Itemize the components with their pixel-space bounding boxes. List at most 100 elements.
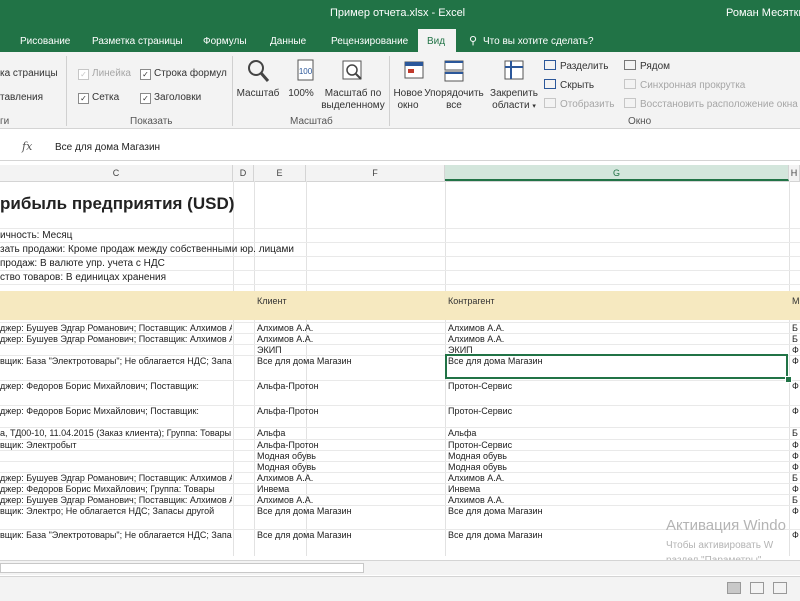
cell-manager[interactable]: Б <box>792 323 800 333</box>
cell-description[interactable]: вщик: База "Электротовары"; Не облагаетс… <box>0 356 232 366</box>
view-side-by-side-button[interactable]: Рядом <box>624 60 670 72</box>
headings-checkbox[interactable]: ✓ Заголовки <box>140 92 201 104</box>
horizontal-scroll-thumb[interactable] <box>0 563 364 573</box>
cell-contractor[interactable]: Алхимов А.А. <box>448 334 786 344</box>
cell-manager[interactable]: Б <box>792 334 800 344</box>
new-window-button[interactable] <box>392 58 436 88</box>
cell-manager[interactable]: Ф <box>792 440 800 450</box>
split-button[interactable]: Разделить <box>544 60 608 72</box>
cell-description[interactable]: джер: Федоров Борис Михайлович; Группа: … <box>0 484 232 494</box>
tab-view[interactable]: Вид <box>427 36 445 47</box>
normal-view-button[interactable] <box>727 582 741 594</box>
cell-manager[interactable]: Ф <box>792 345 800 355</box>
header-contractor[interactable]: Контрагент <box>448 296 495 306</box>
active-cell-border[interactable] <box>445 354 788 379</box>
fill-handle[interactable] <box>785 376 792 383</box>
custom-views-button[interactable]: тавления <box>0 92 43 103</box>
tab-draw[interactable]: Рисование <box>20 36 70 47</box>
user-name[interactable]: Роман Месяткин <box>726 7 800 19</box>
column-header-c[interactable]: C <box>0 165 233 181</box>
cell-description[interactable]: вщик: Электробыт <box>0 440 232 450</box>
cell-client[interactable]: Все для дома Магазин <box>257 506 443 516</box>
header-client[interactable]: Клиент <box>257 296 287 306</box>
cell-description[interactable]: джер: Бушуев Эдгар Романович; Поставщик:… <box>0 334 232 344</box>
column-header-d[interactable]: D <box>233 165 254 181</box>
tab-page-layout[interactable]: Разметка страницы <box>92 36 183 47</box>
cell-client[interactable]: Альфа <box>257 428 443 438</box>
cell-client[interactable]: Инвема <box>257 484 443 494</box>
cell-client[interactable]: ЭКИП <box>257 345 443 355</box>
column-header-e[interactable]: E <box>254 165 306 181</box>
report-param-sales-filter[interactable]: зать продажи: Кроме продаж между собстве… <box>0 244 294 255</box>
cell-contractor[interactable]: Алхимов А.А. <box>448 473 786 483</box>
cell-manager[interactable]: Ф <box>792 356 800 366</box>
cell-manager[interactable]: Ф <box>792 462 800 472</box>
zoom-100-button[interactable]: 100 <box>284 58 328 88</box>
cell-contractor[interactable]: Модная обувь <box>448 451 786 461</box>
cell-manager[interactable]: Ф <box>792 381 800 391</box>
column-header-f[interactable]: F <box>306 165 445 181</box>
hide-button[interactable]: Скрыть <box>544 79 594 91</box>
cell-client[interactable]: Все для дома Магазин <box>257 356 443 366</box>
column-header-h[interactable]: H <box>789 165 800 181</box>
cell-description[interactable]: джер: Федоров Борис Михайлович; Поставщи… <box>0 381 232 391</box>
cell-contractor[interactable]: Альфа <box>448 428 786 438</box>
checkbox-icon: ✓ <box>140 93 151 104</box>
zoom-button[interactable] <box>236 58 280 88</box>
cell-client[interactable]: Модная обувь <box>257 451 443 461</box>
tab-formulas[interactable]: Формулы <box>203 36 247 47</box>
cell-client[interactable]: Алхимов А.А. <box>257 473 443 483</box>
cell-contractor[interactable]: Протон-Сервис <box>448 406 786 416</box>
cell-contractor[interactable]: Алхимов А.А. <box>448 323 786 333</box>
cell-manager[interactable]: Б <box>792 428 800 438</box>
cell-client[interactable]: Альфа-Протон <box>257 406 443 416</box>
cell-client[interactable]: Алхимов А.А. <box>257 495 443 505</box>
cell-contractor[interactable]: Протон-Сервис <box>448 381 786 391</box>
column-header-g[interactable]: G <box>445 165 789 181</box>
cell-description[interactable]: джер: Бушуев Эдгар Романович; Поставщик:… <box>0 495 232 505</box>
formula-bar-checkbox[interactable]: ✓ Строка формул <box>140 68 227 80</box>
cell-manager[interactable]: Ф <box>792 406 800 416</box>
cell-client[interactable]: Альфа-Протон <box>257 440 443 450</box>
cell-manager[interactable]: Ф <box>792 530 800 540</box>
tab-review[interactable]: Рецензирование <box>331 36 408 47</box>
cell-client[interactable]: Алхимов А.А. <box>257 323 443 333</box>
arrange-all-button[interactable] <box>432 58 476 88</box>
report-param-currency[interactable]: продаж: В валюте упр. учета с НДС <box>0 258 165 269</box>
page-layout-view-button[interactable]: ка страницы <box>0 68 58 79</box>
cell-client[interactable]: Альфа-Протон <box>257 381 443 391</box>
fx-icon[interactable]: fx <box>22 140 32 153</box>
tab-data[interactable]: Данные <box>270 36 306 47</box>
formula-input[interactable]: Все для дома Магазин <box>55 142 160 153</box>
cell-client[interactable]: Все для дома Магазин <box>257 530 443 540</box>
freeze-panes-button[interactable] <box>492 58 536 88</box>
report-param-period[interactable]: ичность: Месяц <box>0 230 72 241</box>
cell-contractor[interactable]: Модная обувь <box>448 462 786 472</box>
cell-manager[interactable]: Ф <box>792 484 800 494</box>
cell-description[interactable]: джер: Бушуев Эдгар Романович; Поставщик:… <box>0 473 232 483</box>
cell-contractor[interactable]: Инвема <box>448 484 786 494</box>
zoom-100-label: 100% <box>288 88 314 99</box>
cell-manager[interactable]: Ф <box>792 506 800 516</box>
page-layout-view-icon[interactable] <box>750 582 764 594</box>
header-manager[interactable]: М <box>792 296 800 306</box>
report-param-quantity[interactable]: ство товаров: В единицах хранения <box>0 272 166 283</box>
cell-description[interactable]: джер: Бушуев Эдгар Романович; Поставщик:… <box>0 323 232 333</box>
cell-contractor[interactable]: Протон-Сервис <box>448 440 786 450</box>
gridlines-checkbox[interactable]: ✓ Сетка <box>78 92 119 104</box>
zoom-to-selection-button[interactable] <box>326 58 380 88</box>
report-title[interactable]: рибыль предприятия (USD) <box>0 194 234 214</box>
page-break-view-icon[interactable] <box>773 582 787 594</box>
cell-manager[interactable]: Б <box>792 473 800 483</box>
cell-description[interactable]: вщик: Электро; Не облагается НДС; Запасы… <box>0 506 232 516</box>
cell-client[interactable]: Алхимов А.А. <box>257 334 443 344</box>
tell-me-search[interactable]: Что вы хотите сделать? <box>483 36 594 47</box>
cell-manager[interactable]: Ф <box>792 451 800 461</box>
cell-contractor[interactable]: Алхимов А.А. <box>448 495 786 505</box>
cell-description[interactable]: джер: Федоров Борис Михайлович; Поставщи… <box>0 406 232 416</box>
cell-description[interactable]: а, ТД00-10, 11.04.2015 (Заказ клиента); … <box>0 428 232 438</box>
cell-client[interactable]: Модная обувь <box>257 462 443 472</box>
cell-manager[interactable]: Б <box>792 495 800 505</box>
cell-description[interactable]: вщик: База "Электротовары"; Не облагаетс… <box>0 530 232 540</box>
cell-contractor[interactable]: Все для дома Магазин <box>448 506 786 516</box>
